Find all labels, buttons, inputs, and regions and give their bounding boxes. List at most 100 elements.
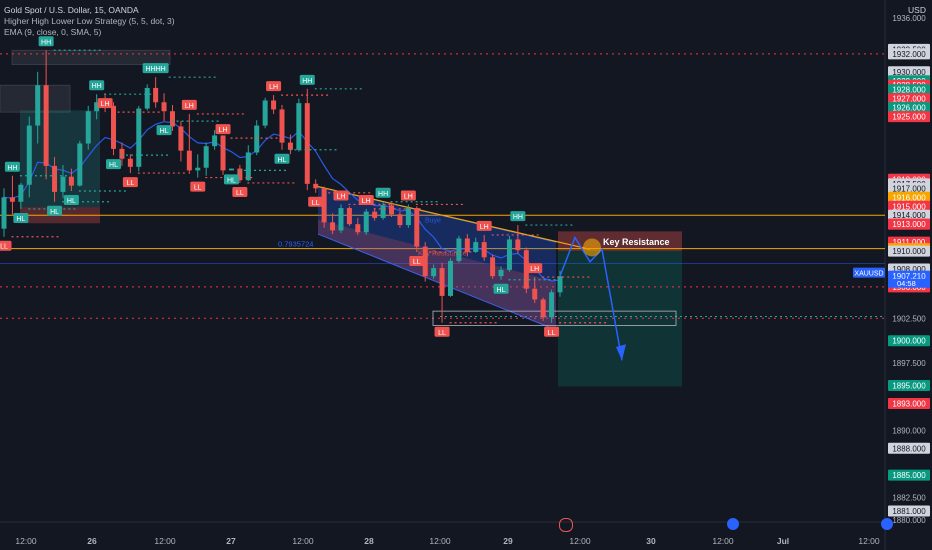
resistance-touch-marker <box>583 238 601 257</box>
us-flag-icon-2[interactable] <box>881 518 893 530</box>
price-tag-text: 1910.000 <box>892 247 926 256</box>
swing-label-text: HL <box>160 128 169 135</box>
candle-body <box>380 205 386 218</box>
candle-body <box>279 109 285 143</box>
symbol-title[interactable]: Gold Spot / U.S. Dollar, 15, OANDA <box>4 5 175 16</box>
top-zone <box>11 49 171 66</box>
swing-label-text: HH <box>41 39 51 46</box>
price-tag-text: 1888.000 <box>892 444 926 453</box>
candle-body <box>195 167 201 171</box>
price-tick-label: 1882.500 <box>892 494 926 503</box>
candle-body <box>136 108 142 167</box>
candle-body <box>506 239 512 270</box>
price-tick-label: 1936.000 <box>892 14 926 23</box>
time-tick-label: Jul <box>777 536 789 546</box>
time-tick-label: 12:00 <box>292 536 314 546</box>
flash-icon[interactable] <box>559 518 573 532</box>
price-tick-label: 1880.000 <box>892 516 926 525</box>
price-tick-label: 1897.500 <box>892 359 926 368</box>
key-resistance-label[interactable]: Key Resistance <box>603 237 670 247</box>
price-chart[interactable]: Key Resistance0.7935724BuyeKey Resistanc… <box>0 0 932 550</box>
candle-body <box>68 176 74 186</box>
candle-body <box>203 146 209 168</box>
candle-body <box>439 268 445 296</box>
swing-label-text: LL <box>0 244 8 251</box>
strategy-indicator-label[interactable]: Higher High Lower Low Strategy (5, 5, do… <box>4 16 175 27</box>
ema-indicator-label[interactable]: EMA (9, close, 0, SMA, 5) <box>4 27 175 38</box>
supply-zone <box>0 84 71 113</box>
swing-label-text: HL <box>227 177 236 184</box>
swing-label-text: HL <box>16 216 25 223</box>
time-tick-label: 12:00 <box>858 536 880 546</box>
swing-label-text: HL <box>497 287 506 294</box>
swing-label-text: HHHH <box>146 66 166 73</box>
symbol-tag-text: XAUUSD <box>854 271 883 278</box>
chart-window[interactable]: Key Resistance 0.7935724 Buye Key Resistanc… <box>0 0 932 550</box>
candle-body <box>144 87 150 109</box>
candle-body <box>405 208 411 226</box>
countdown-text: 04:58 <box>897 279 916 288</box>
candle-body <box>338 208 344 231</box>
candle-body <box>355 224 361 233</box>
swing-label-text: LL <box>548 330 556 337</box>
time-tick-label: 12:00 <box>712 536 734 546</box>
candle-body <box>414 208 420 247</box>
candle-body <box>372 211 378 218</box>
candle-body <box>52 165 58 192</box>
candle-body <box>346 208 352 225</box>
swing-label-text: LH <box>336 193 345 200</box>
candle-body <box>431 268 437 277</box>
candle-body <box>515 239 521 251</box>
candle-body <box>363 211 369 233</box>
time-tick-label: 12:00 <box>569 536 591 546</box>
candle-body <box>473 242 479 252</box>
swing-label-text: HH <box>513 214 523 221</box>
candle-body <box>245 152 251 181</box>
candle-body <box>330 222 336 231</box>
candle-body <box>85 111 91 144</box>
swing-label-text: LH <box>269 84 278 91</box>
candle-body <box>549 292 555 318</box>
swing-label-text: HL <box>67 198 76 205</box>
candle-body <box>1 197 7 229</box>
candle-body <box>18 184 24 202</box>
time-tick-label: 26 <box>87 536 97 546</box>
candle-body <box>397 214 403 226</box>
candle-body <box>532 288 538 300</box>
time-tick-label: 12:00 <box>154 536 176 546</box>
candle-body <box>287 142 293 150</box>
candle-body <box>220 135 226 171</box>
candle-body <box>490 257 496 277</box>
fib-level-label: 0.7935724 <box>278 240 313 249</box>
candle-body <box>481 242 487 258</box>
swing-label-text: HL <box>109 162 118 169</box>
price-tag-text: 1885.000 <box>892 471 926 480</box>
swing-label-text: LH <box>404 193 413 200</box>
time-tick-label: 30 <box>646 536 656 546</box>
candle-body <box>540 299 546 318</box>
price-tag-text: 1913.000 <box>892 220 926 229</box>
swing-label-text: LH <box>480 224 489 231</box>
swing-label-text: HH <box>92 83 102 90</box>
candle-body <box>447 260 453 296</box>
candle-body <box>557 276 563 293</box>
swing-label-text: LH <box>101 101 110 108</box>
swing-label-text: HL <box>278 157 287 164</box>
swing-label-text: HH <box>302 78 312 85</box>
candle-body <box>77 143 83 186</box>
currency-label[interactable]: USD <box>908 5 926 15</box>
candle-body <box>9 197 15 202</box>
swing-label-text: LL <box>312 200 320 207</box>
chart-legend[interactable]: Gold Spot / U.S. Dollar, 15, OANDA Highe… <box>4 5 175 38</box>
price-tag-text: 1881.000 <box>892 507 926 516</box>
swing-label-text: HH <box>378 191 388 198</box>
swing-label-text: LL <box>413 259 421 266</box>
candle-body <box>456 238 462 261</box>
candle-body <box>43 85 49 166</box>
candle-body <box>169 111 175 127</box>
candle-body <box>296 103 302 150</box>
time-tick-label: 29 <box>503 536 513 546</box>
swing-label-text: LH <box>362 198 371 205</box>
us-flag-icon[interactable] <box>727 518 739 530</box>
swing-label-text: LL <box>194 185 202 192</box>
